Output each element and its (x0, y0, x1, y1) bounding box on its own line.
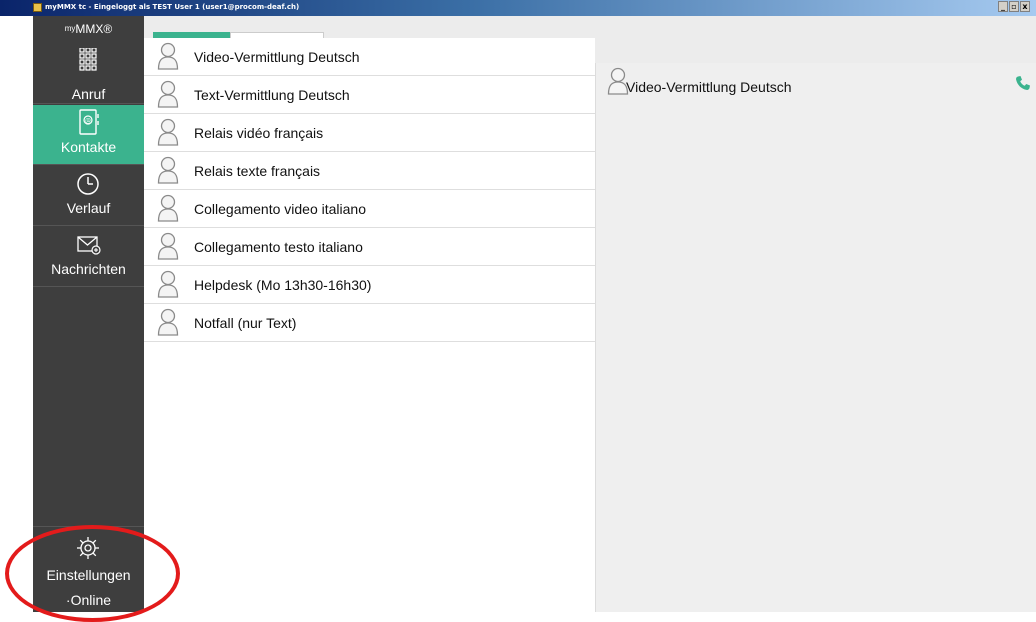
dialpad-icon (79, 48, 97, 71)
person-avatar-icon (157, 270, 179, 298)
contact-row[interactable]: Helpdesk (Mo 13h30-16h30) (144, 266, 595, 304)
window-title: myMMX tc - Eingeloggt als TEST User 1 (u… (45, 3, 300, 11)
contact-name: Collegamento video italiano (194, 201, 366, 217)
contact-detail-pane: Video-Vermittlung Deutsch (595, 63, 1036, 612)
logo-text: MMX® (75, 22, 113, 36)
person-avatar-icon (157, 156, 179, 184)
person-avatar-icon (157, 80, 179, 108)
sidebar: myMMX® Anruf @ Kontakte Verlauf Nachrich… (33, 16, 144, 612)
status-label: Online (70, 592, 112, 608)
person-avatar-icon (157, 118, 179, 146)
sidebar-item-anruf[interactable]: Anruf (33, 44, 144, 104)
contact-name: Notfall (nur Text) (194, 315, 297, 331)
contact-row[interactable]: Collegamento testo italiano (144, 228, 595, 266)
window-controls: _ ▫ x (998, 1, 1030, 12)
contact-row[interactable]: Text-Vermittlung Deutsch (144, 76, 595, 114)
maximize-button[interactable]: ▫ (1009, 1, 1019, 12)
contacts-book-icon: @ (79, 109, 99, 135)
envelope-icon (77, 236, 101, 255)
close-button[interactable]: x (1020, 1, 1030, 12)
window-title-bar: myMMX tc - Eingeloggt als TEST User 1 (u… (0, 0, 1036, 16)
contact-row[interactable]: Video-Vermittlung Deutsch (144, 38, 595, 76)
sidebar-item-nachrichten[interactable]: Nachrichten (33, 227, 144, 287)
app-icon (33, 3, 42, 12)
sidebar-item-kontakte[interactable]: @ Kontakte (33, 105, 144, 165)
person-avatar-icon (157, 194, 179, 222)
detail-header: Video-Vermittlung Deutsch (596, 63, 1036, 101)
sidebar-item-einstellungen[interactable]: Einstellungen (33, 526, 144, 589)
person-avatar-icon (157, 308, 179, 336)
person-avatar-icon (157, 42, 179, 70)
svg-text:@: @ (85, 118, 91, 125)
contact-name: Video-Vermittlung Deutsch (194, 49, 360, 65)
contact-row[interactable]: Relais texte français (144, 152, 595, 190)
contact-row[interactable]: Notfall (nur Text) (144, 304, 595, 342)
sidebar-item-verlauf[interactable]: Verlauf (33, 166, 144, 226)
contact-name: Helpdesk (Mo 13h30-16h30) (194, 277, 372, 293)
app-logo: myMMX® (33, 16, 144, 44)
sidebar-item-label: Nachrichten (51, 261, 126, 277)
sidebar-item-label: Verlauf (66, 200, 111, 216)
contact-name: Relais vidéo français (194, 125, 324, 141)
contact-name: Relais texte français (194, 163, 321, 179)
settings-label: Einstellungen (46, 567, 131, 583)
logo-mark: my (64, 24, 76, 33)
contact-row[interactable]: Relais vidéo français (144, 114, 595, 152)
minimize-button[interactable]: _ (998, 1, 1008, 12)
gear-icon (77, 537, 99, 559)
person-avatar-icon (157, 232, 179, 260)
sidebar-item-label: Anruf (71, 86, 106, 102)
detail-contact-name: Video-Vermittlung Deutsch (626, 79, 792, 95)
online-status: ·Online (33, 592, 144, 608)
phone-icon[interactable] (1015, 75, 1031, 91)
contact-row[interactable]: Collegamento video italiano (144, 190, 595, 228)
contact-list: Video-Vermittlung Deutsch Text-Vermittlu… (144, 38, 595, 342)
clock-icon (77, 173, 99, 195)
contact-name: Text-Vermittlung Deutsch (194, 87, 350, 103)
contact-name: Collegamento testo italiano (194, 239, 363, 255)
sidebar-item-label: Kontakte (60, 139, 117, 155)
